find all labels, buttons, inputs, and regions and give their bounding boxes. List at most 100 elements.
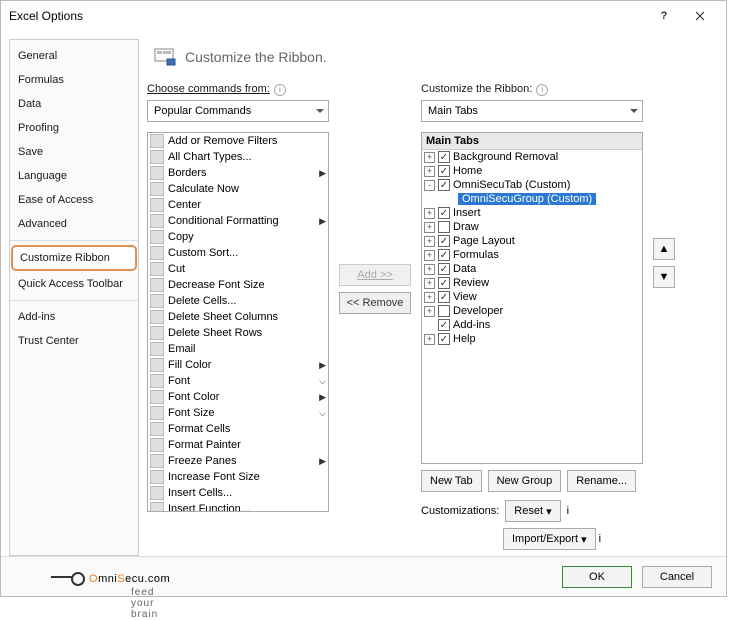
rename-button[interactable]: Rename...	[567, 470, 636, 492]
checkbox[interactable]	[438, 221, 450, 233]
tree-item[interactable]: +Home	[422, 164, 642, 178]
sidebar-item-data[interactable]: Data	[10, 92, 138, 116]
checkbox[interactable]	[438, 179, 450, 191]
command-item[interactable]: Copy	[148, 229, 328, 245]
checkbox[interactable]	[438, 249, 450, 261]
tree-item[interactable]: +Data	[422, 262, 642, 276]
add-button[interactable]: Add >>	[339, 264, 411, 286]
checkbox[interactable]	[438, 333, 450, 345]
command-item[interactable]: Calculate Now	[148, 181, 328, 197]
command-item[interactable]: Borders▶	[148, 165, 328, 181]
command-item[interactable]: All Chart Types...	[148, 149, 328, 165]
command-item[interactable]: Format Painter	[148, 437, 328, 453]
command-item[interactable]: Fill Color▶	[148, 357, 328, 373]
cancel-button[interactable]: Cancel	[642, 566, 712, 588]
sidebar-item-proofing[interactable]: Proofing	[10, 116, 138, 140]
command-item[interactable]: Insert Function...	[148, 501, 328, 512]
command-item[interactable]: Add or Remove Filters	[148, 133, 328, 149]
new-group-button[interactable]: New Group	[488, 470, 562, 492]
tree-item[interactable]: -OmniSecuTab (Custom)	[422, 178, 642, 192]
ok-button[interactable]: OK	[562, 566, 632, 588]
sidebar-item-language[interactable]: Language	[10, 164, 138, 188]
checkbox[interactable]	[438, 277, 450, 289]
command-item[interactable]: Cut	[148, 261, 328, 277]
sidebar-item-general[interactable]: General	[10, 44, 138, 68]
sidebar-item-ease-of-access[interactable]: Ease of Access	[10, 188, 138, 212]
expand-toggle[interactable]: +	[424, 264, 435, 275]
command-item[interactable]: Font⌵	[148, 373, 328, 389]
tree-item[interactable]: + Formulas	[422, 248, 642, 262]
expand-toggle[interactable]: +	[424, 222, 435, 233]
command-item[interactable]: Delete Cells...	[148, 293, 328, 309]
command-item[interactable]: Freeze Panes▶	[148, 453, 328, 469]
info-icon[interactable]: i	[567, 505, 569, 517]
command-item[interactable]: Decrease Font Size	[148, 277, 328, 293]
command-label: Delete Sheet Columns	[168, 311, 326, 323]
checkbox[interactable]	[438, 151, 450, 163]
expand-toggle[interactable]: +	[424, 306, 435, 317]
command-item[interactable]: Font Color▶	[148, 389, 328, 405]
info-icon[interactable]: i	[599, 533, 601, 545]
expand-toggle[interactable]: +	[424, 152, 435, 163]
import-export-button[interactable]: Import/Export ▾	[503, 528, 596, 550]
move-down-button[interactable]: ▼	[653, 266, 675, 288]
sidebar-item-trust-center[interactable]: Trust Center	[10, 329, 138, 353]
new-tab-button[interactable]: New Tab	[421, 470, 482, 492]
tree-item[interactable]: +View	[422, 290, 642, 304]
command-item[interactable]: Format Cells	[148, 421, 328, 437]
command-item[interactable]: Delete Sheet Columns	[148, 309, 328, 325]
checkbox[interactable]	[438, 235, 450, 247]
customize-ribbon-combo[interactable]: Main Tabs	[421, 100, 643, 122]
command-item[interactable]: Center	[148, 197, 328, 213]
tree-item[interactable]: +Page Layout	[422, 234, 642, 248]
reset-button[interactable]: Reset ▾	[505, 500, 560, 522]
ribbon-tree[interactable]: Main Tabs +Background Removal+Home-OmniS…	[421, 132, 643, 464]
command-item[interactable]: Delete Sheet Rows	[148, 325, 328, 341]
tree-item[interactable]: +Help	[422, 332, 642, 346]
expand-toggle[interactable]: +	[424, 278, 435, 289]
command-item[interactable]: Custom Sort...	[148, 245, 328, 261]
tree-item-label: Draw	[453, 221, 479, 233]
tree-item-label: Formulas	[453, 249, 499, 261]
command-item[interactable]: Font Size⌵	[148, 405, 328, 421]
checkbox[interactable]	[438, 305, 450, 317]
expand-toggle[interactable]: +	[424, 292, 435, 303]
sidebar-item-addins[interactable]: Add-ins	[10, 305, 138, 329]
tree-item[interactable]: + Draw	[422, 220, 642, 234]
info-icon[interactable]: i	[274, 84, 286, 96]
help-button[interactable]: ?	[646, 4, 682, 28]
move-up-button[interactable]: ▲	[653, 238, 675, 260]
tree-item[interactable]: +Background Removal	[422, 150, 642, 164]
tree-item[interactable]: +Developer	[422, 304, 642, 318]
commands-listbox[interactable]: Add or Remove FiltersAll Chart Types...B…	[147, 132, 329, 512]
close-button[interactable]	[682, 4, 718, 28]
checkbox[interactable]	[438, 165, 450, 177]
tree-item[interactable]: OmniSecuGroup (Custom)	[422, 192, 642, 206]
expand-toggle[interactable]: +	[424, 250, 435, 261]
info-icon[interactable]: i	[536, 84, 548, 96]
expand-toggle[interactable]: +	[424, 208, 435, 219]
command-item[interactable]: Insert Cells...	[148, 485, 328, 501]
choose-commands-combo[interactable]: Popular Commands	[147, 100, 329, 122]
sidebar-item-customize-ribbon[interactable]: Customize Ribbon	[11, 245, 137, 271]
checkbox[interactable]	[438, 207, 450, 219]
sidebar-item-quick-access-toolbar[interactable]: Quick Access Toolbar	[10, 272, 138, 296]
command-item[interactable]: Email	[148, 341, 328, 357]
checkbox[interactable]	[438, 263, 450, 275]
checkbox[interactable]	[438, 291, 450, 303]
tree-item-label: Add-ins	[453, 319, 490, 331]
tree-item[interactable]: +Review	[422, 276, 642, 290]
remove-button[interactable]: << Remove	[339, 292, 411, 314]
tree-item[interactable]: +Insert	[422, 206, 642, 220]
expand-toggle[interactable]: +	[424, 334, 435, 345]
command-item[interactable]: Increase Font Size	[148, 469, 328, 485]
checkbox[interactable]	[438, 319, 450, 331]
expand-toggle[interactable]: +	[424, 236, 435, 247]
expand-toggle[interactable]: -	[424, 180, 435, 191]
sidebar-item-formulas[interactable]: Formulas	[10, 68, 138, 92]
tree-item[interactable]: Add-ins	[422, 318, 642, 332]
sidebar-item-advanced[interactable]: Advanced	[10, 212, 138, 236]
expand-toggle[interactable]: +	[424, 166, 435, 177]
sidebar-item-save[interactable]: Save	[10, 140, 138, 164]
command-item[interactable]: Conditional Formatting▶	[148, 213, 328, 229]
